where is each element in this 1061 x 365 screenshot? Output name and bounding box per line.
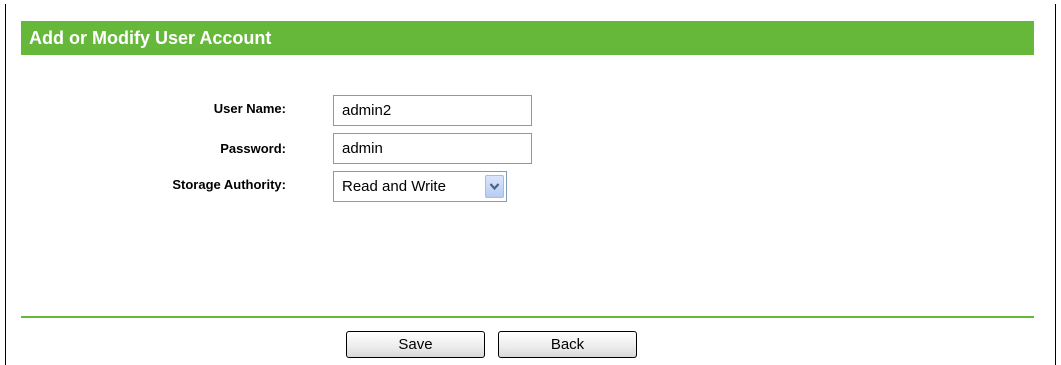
left-border: [5, 4, 6, 365]
chevron-down-icon[interactable]: [485, 175, 504, 198]
storage-authority-label: Storage Authority:: [172, 177, 286, 192]
page-frame: Add or Modify User Account User Name: Pa…: [0, 0, 1061, 365]
page-title: Add or Modify User Account: [21, 21, 1034, 55]
storage-authority-select[interactable]: Read and Write: [333, 171, 507, 202]
username-label: User Name:: [213, 101, 286, 116]
save-button[interactable]: Save: [346, 331, 485, 358]
right-border: [1055, 4, 1056, 365]
password-input[interactable]: [333, 133, 532, 164]
chevron-down-glyph: [489, 183, 500, 191]
divider: [21, 316, 1034, 318]
storage-authority-value: Read and Write: [342, 178, 446, 195]
username-input[interactable]: [333, 95, 532, 126]
password-label: Password:: [220, 141, 286, 156]
back-button[interactable]: Back: [498, 331, 637, 358]
